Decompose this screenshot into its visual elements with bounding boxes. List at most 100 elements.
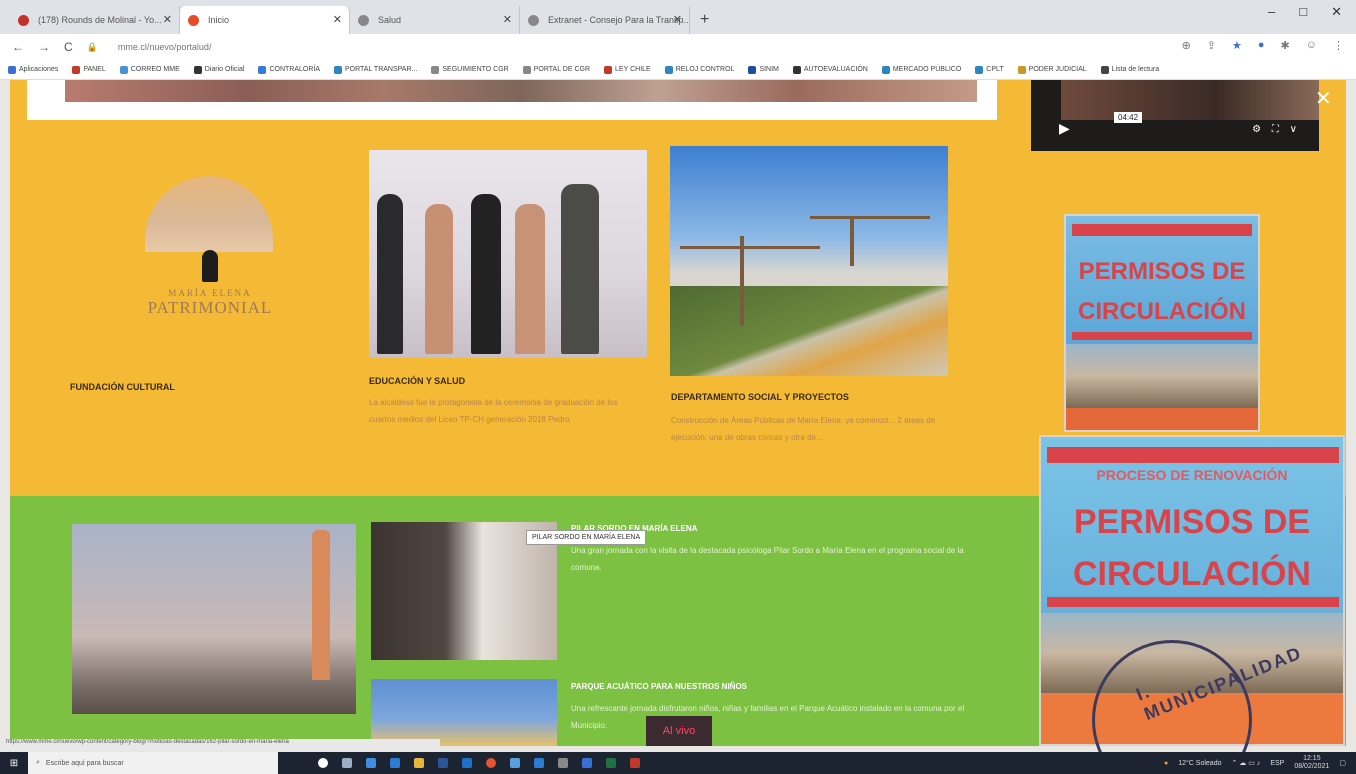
card-title-social[interactable]: DEPARTAMENTO SOCIAL Y PROYECTOS [671, 392, 849, 402]
close-tab-icon[interactable]: ✕ [503, 13, 512, 26]
bookmark-item[interactable]: CONTRALORÍA [258, 65, 320, 74]
address-bar: ← → C 🔒 mme.cl/nuevo/portalud/ ⊕ ⇪ ★ ● ✱… [0, 34, 1356, 60]
puzzle-icon[interactable]: ✱ [1281, 39, 1290, 52]
live-badge[interactable]: Al vivo [646, 716, 712, 746]
tower-photo[interactable] [72, 524, 356, 714]
tab-inicio[interactable]: Inicio ✕ [180, 6, 350, 34]
bookmark-item[interactable]: RELOJ CONTROL [664, 65, 734, 74]
file-explorer-icon[interactable] [414, 758, 424, 768]
bookmark-icon [258, 65, 267, 74]
play-icon[interactable]: ▶ [1059, 120, 1070, 137]
bookmark-icon [881, 65, 890, 74]
excel-icon[interactable] [606, 758, 616, 768]
card-title-educacion[interactable]: EDUCACIÓN Y SALUD [369, 376, 465, 386]
bookmark-item[interactable]: PORTAL TRANSPAR... [334, 65, 417, 74]
maximize-button[interactable]: □ [1299, 4, 1307, 20]
tab-salud[interactable]: Salud ✕ [350, 6, 520, 34]
new-tab-button[interactable]: + [690, 6, 719, 34]
task-view-icon[interactable] [342, 758, 352, 768]
close-window-button[interactable]: ✕ [1331, 4, 1342, 20]
taskbar-search[interactable]: ⌕ Escribe aquí para buscar [28, 752, 278, 774]
forward-button[interactable]: → [38, 40, 50, 54]
share-icon[interactable]: ⇪ [1207, 39, 1216, 52]
minimize-button[interactable]: – [1268, 4, 1275, 20]
clock[interactable]: 12:15 08/02/2021 [1294, 755, 1329, 771]
toolbar-icons: ⊕ ⇪ ★ ● ✱ ☺ ⋮ [1182, 39, 1344, 52]
site-favicon-icon [188, 15, 199, 26]
bookmark-item[interactable]: AUTOEVALUACIÓN [792, 65, 868, 74]
tab-youtube[interactable]: (178) Rounds de Molinal - Yo... ✕ [10, 6, 180, 34]
permisos-circulacion-banner-small[interactable]: PERMISOS DE CIRCULACIÓN [1064, 214, 1260, 432]
word-icon[interactable] [438, 758, 448, 768]
bookmarks-bar: Aplicaciones PANEL CORREO MME Diario Ofi… [0, 60, 1356, 80]
bookmark-icon [792, 65, 801, 74]
bookmark-item[interactable]: PORTAL DE CGR [522, 65, 590, 74]
app-icon[interactable] [582, 758, 592, 768]
railing-post [850, 216, 854, 266]
taskbar-apps [318, 758, 640, 768]
person [471, 194, 501, 354]
reading-list[interactable]: Lista de lectura [1100, 65, 1159, 74]
news-text-parque: Una refrescante jornada disfrutaron niño… [571, 704, 965, 730]
browser-window: (178) Rounds de Molinal - Yo... ✕ Inicio… [0, 0, 1356, 774]
close-tab-icon[interactable]: ✕ [333, 13, 342, 26]
menu-icon[interactable]: ⋮ [1333, 39, 1344, 52]
edge-icon[interactable] [390, 758, 400, 768]
star-icon[interactable]: ★ [1232, 39, 1242, 52]
public-area-photo[interactable] [670, 146, 948, 376]
store-icon[interactable] [366, 758, 376, 768]
profile-icon[interactable]: ☺ [1306, 39, 1317, 52]
cortana-icon[interactable] [318, 758, 328, 768]
tab-title: (178) Rounds de Molinal - Yo... [38, 15, 162, 25]
outlook-icon[interactable] [534, 758, 544, 768]
close-video-icon[interactable]: ✕ [1315, 86, 1332, 111]
extension-icon[interactable]: ● [1258, 39, 1265, 52]
reload-button[interactable]: C [64, 40, 73, 54]
railing [810, 216, 930, 219]
bookmark-item[interactable]: LEY CHILE [604, 65, 651, 74]
maria-elena-patrimonial-logo[interactable]: MARÍA ELENA PATRIMONIAL [120, 172, 300, 332]
news-title-parque[interactable]: PARQUE ACUÁTICO PARA NUESTROS NIÑOS [571, 682, 747, 691]
pdf-icon[interactable] [630, 758, 640, 768]
close-tab-icon[interactable]: ✕ [673, 13, 682, 26]
bookmark-item[interactable]: SINIM [748, 65, 779, 74]
close-tab-icon[interactable]: ✕ [163, 13, 172, 26]
person [425, 204, 453, 354]
parque-acuatico-photo[interactable] [371, 679, 557, 746]
language-indicator[interactable]: ESP [1270, 760, 1284, 767]
keyhole-icon [202, 250, 218, 282]
bookmark-item[interactable]: CPLT [975, 65, 1004, 74]
graduation-photo[interactable] [369, 150, 647, 358]
bookmark-item[interactable]: Diario Oficial [193, 65, 244, 74]
tab-extranet[interactable]: Extranet - Consejo Para la Transp... ✕ [520, 6, 690, 34]
chrome-icon[interactable] [486, 758, 496, 768]
banner-line2: CIRCULACIÓN [1078, 298, 1246, 325]
bookmark-icon [522, 65, 531, 74]
status-bar-url: https://www.mme.cl/nuevo/wp-content/cate… [0, 739, 440, 749]
tray-icons[interactable]: ⌃ ☁ ▭ ♪ [1231, 759, 1260, 767]
card-title-fundacion[interactable]: FUNDACIÓN CULTURAL [70, 382, 175, 392]
weather-text[interactable]: 12°C Soleado [1178, 760, 1221, 767]
weather-icon[interactable]: ● [1164, 760, 1168, 767]
bookmark-item[interactable]: Aplicaciones [8, 65, 58, 74]
url-field[interactable]: mme.cl/nuevo/portalud/ [118, 42, 212, 52]
clock-tower [312, 530, 330, 680]
banner-bar [1047, 447, 1339, 463]
settings-icon[interactable] [510, 758, 520, 768]
search-icon: ⌕ [36, 759, 40, 766]
bookmark-item[interactable]: MERCADO PÚBLICO [881, 65, 961, 74]
bookmark-item[interactable]: PANEL [72, 65, 106, 74]
back-button[interactable]: ← [12, 40, 24, 54]
zoom-icon[interactable]: ⊕ [1182, 39, 1191, 52]
bookmark-item[interactable]: CORREO MME [119, 65, 180, 74]
windows-start-icon[interactable]: ⊞ [0, 752, 28, 774]
video-player[interactable]: ▶ 04:42 ⚙ ⛶ ∨ [1031, 80, 1319, 151]
bookmark-icon [664, 65, 673, 74]
bookmark-item[interactable]: SEGUIMIENTO CGR [431, 65, 509, 74]
notifications-icon[interactable]: ▢ [1339, 759, 1346, 767]
video-controls[interactable]: ⚙ ⛶ ∨ [1252, 124, 1301, 135]
calculator-icon[interactable] [558, 758, 568, 768]
phone-icon[interactable] [462, 758, 472, 768]
bookmark-item[interactable]: PODER JUDICIAL [1017, 65, 1087, 74]
video-time: 04:42 [1114, 112, 1143, 123]
